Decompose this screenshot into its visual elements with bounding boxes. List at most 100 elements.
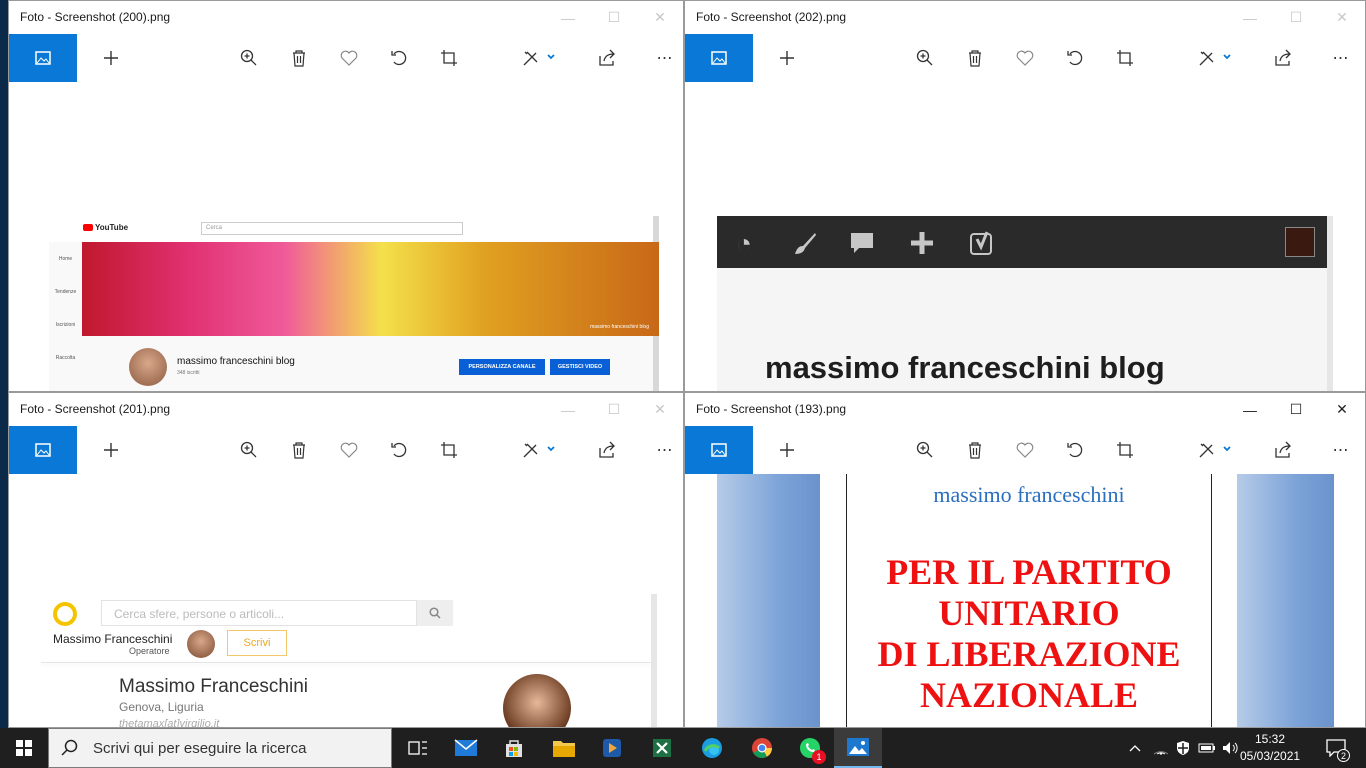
mail-app[interactable] — [442, 728, 490, 768]
more-icon: ⋯ — [1332, 442, 1350, 459]
rotate-button[interactable] — [387, 34, 411, 82]
edit-create-button[interactable] — [1195, 34, 1235, 82]
show-hidden-icons-button[interactable] — [1124, 728, 1146, 768]
chrome-app[interactable] — [738, 728, 786, 768]
search-icon — [417, 600, 453, 626]
photo-toolbar: ⋯ — [9, 34, 683, 82]
action-center-button[interactable]: 2 — [1314, 728, 1358, 768]
delete-button[interactable] — [287, 426, 311, 474]
video-editor-app[interactable] — [588, 728, 636, 768]
task-view-button[interactable] — [394, 728, 442, 768]
excel-app[interactable] — [638, 728, 686, 768]
minimize-button[interactable]: — — [1227, 1, 1273, 34]
close-button[interactable]: ✕ — [637, 393, 683, 426]
share-button[interactable] — [595, 426, 619, 474]
favorite-button[interactable] — [1013, 34, 1037, 82]
edit-create-button[interactable] — [519, 34, 559, 82]
favorite-button[interactable] — [1013, 426, 1037, 474]
close-button[interactable]: ✕ — [637, 1, 683, 34]
clock[interactable]: 15:32 05/03/2021 — [1240, 731, 1300, 765]
close-button[interactable]: ✕ — [1319, 1, 1365, 34]
yoast-icon — [967, 228, 997, 258]
start-button[interactable] — [0, 728, 48, 768]
title-bar[interactable]: Foto - Screenshot (202).png — ☐ ✕ — [685, 1, 1365, 34]
crop-button[interactable] — [1113, 34, 1137, 82]
add-to-button[interactable] — [775, 426, 799, 474]
notification-count: 2 — [1337, 749, 1350, 762]
rotate-button[interactable] — [1063, 426, 1087, 474]
add-to-button[interactable] — [775, 34, 799, 82]
photos-window-193[interactable]: Foto - Screenshot (193).png — ☐ ✕ ⋯ mass… — [684, 392, 1366, 728]
add-to-button[interactable] — [99, 34, 123, 82]
chevron-up-icon — [1129, 745, 1141, 752]
chrome-icon — [752, 738, 772, 758]
title-bar[interactable]: Foto - Screenshot (201).png — ☐ ✕ — [9, 393, 683, 426]
store-icon — [506, 740, 522, 757]
delete-button[interactable] — [963, 34, 987, 82]
share-button[interactable] — [1271, 426, 1295, 474]
zoom-button[interactable] — [913, 426, 937, 474]
minimize-button[interactable]: — — [545, 1, 591, 34]
crop-button[interactable] — [437, 34, 461, 82]
see-all-photos-button[interactable] — [685, 34, 753, 82]
zoom-button[interactable] — [237, 34, 261, 82]
close-button[interactable]: ✕ — [1319, 393, 1365, 426]
profile-photo — [503, 674, 571, 727]
maximize-button[interactable]: ☐ — [591, 393, 637, 426]
maximize-button[interactable]: ☐ — [1273, 1, 1319, 34]
more-button[interactable]: ⋯ — [1329, 426, 1353, 474]
photos-window-200[interactable]: Foto - Screenshot (200).png — ☐ ✕ ⋯ YouT… — [8, 0, 684, 392]
see-all-photos-button[interactable] — [9, 34, 77, 82]
document-author: massimo franceschini — [933, 482, 1125, 507]
maximize-button[interactable]: ☐ — [591, 1, 637, 34]
title-bar[interactable]: Foto - Screenshot (193).png — ☐ ✕ — [685, 393, 1365, 426]
zoom-button[interactable] — [237, 426, 261, 474]
share-button[interactable] — [595, 34, 619, 82]
more-button[interactable]: ⋯ — [653, 426, 677, 474]
photos-window-201[interactable]: Foto - Screenshot (201).png — ☐ ✕ ⋯ Cerc… — [8, 392, 684, 728]
whatsapp-app[interactable]: 1 — [786, 728, 834, 768]
photos-window-202[interactable]: Foto - Screenshot (202).png — ☐ ✕ ⋯ ◔ ma… — [684, 0, 1366, 392]
battery-icon[interactable] — [1196, 728, 1218, 768]
delete-button[interactable] — [963, 426, 987, 474]
rotate-icon — [391, 442, 407, 458]
site-title: massimo franceschini blog — [765, 350, 1165, 385]
zoom-button[interactable] — [913, 34, 937, 82]
share-button[interactable] — [1271, 34, 1295, 82]
sfere-logo — [53, 602, 77, 626]
see-all-photos-button[interactable] — [685, 426, 753, 474]
crop-button[interactable] — [437, 426, 461, 474]
nav-subscriptions: Iscrizioni — [55, 322, 76, 328]
more-button[interactable]: ⋯ — [653, 34, 677, 82]
crop-button[interactable] — [1113, 426, 1137, 474]
security-shield-icon[interactable] — [1172, 728, 1194, 768]
more-button[interactable]: ⋯ — [1329, 34, 1353, 82]
profile-email: thetamax[at]virgilio.it — [119, 718, 220, 727]
volume-icon[interactable] — [1220, 728, 1242, 768]
network-icon[interactable] — [1150, 728, 1172, 768]
store-app[interactable] — [490, 728, 538, 768]
add-to-button[interactable] — [99, 426, 123, 474]
rotate-button[interactable] — [1063, 34, 1087, 82]
photos-app[interactable] — [834, 728, 882, 768]
rotate-icon — [1067, 50, 1083, 66]
edit-create-button[interactable] — [519, 426, 559, 474]
delete-button[interactable] — [287, 34, 311, 82]
see-all-photos-button[interactable] — [9, 426, 77, 474]
edge-app[interactable] — [688, 728, 736, 768]
banner-label: massimo franceschini blog — [590, 324, 649, 330]
youtube-logo: YouTube — [83, 223, 128, 232]
photo-canvas: ◔ massimo franceschini blog — [685, 82, 1365, 391]
minimize-button[interactable]: — — [545, 393, 591, 426]
title-bar[interactable]: Foto - Screenshot (200).png — ☐ ✕ — [9, 1, 683, 34]
favorite-button[interactable] — [337, 34, 361, 82]
minimize-button[interactable]: — — [1227, 393, 1273, 426]
favorite-button[interactable] — [337, 426, 361, 474]
maximize-button[interactable]: ☐ — [1273, 393, 1319, 426]
taskbar-search-box[interactable]: Scrivi qui per eseguire la ricerca — [48, 728, 392, 768]
file-explorer-app[interactable] — [540, 728, 588, 768]
rotate-button[interactable] — [387, 426, 411, 474]
profile-location: Genova, Liguria — [119, 700, 204, 714]
image-icon — [35, 443, 51, 457]
edit-create-button[interactable] — [1195, 426, 1235, 474]
